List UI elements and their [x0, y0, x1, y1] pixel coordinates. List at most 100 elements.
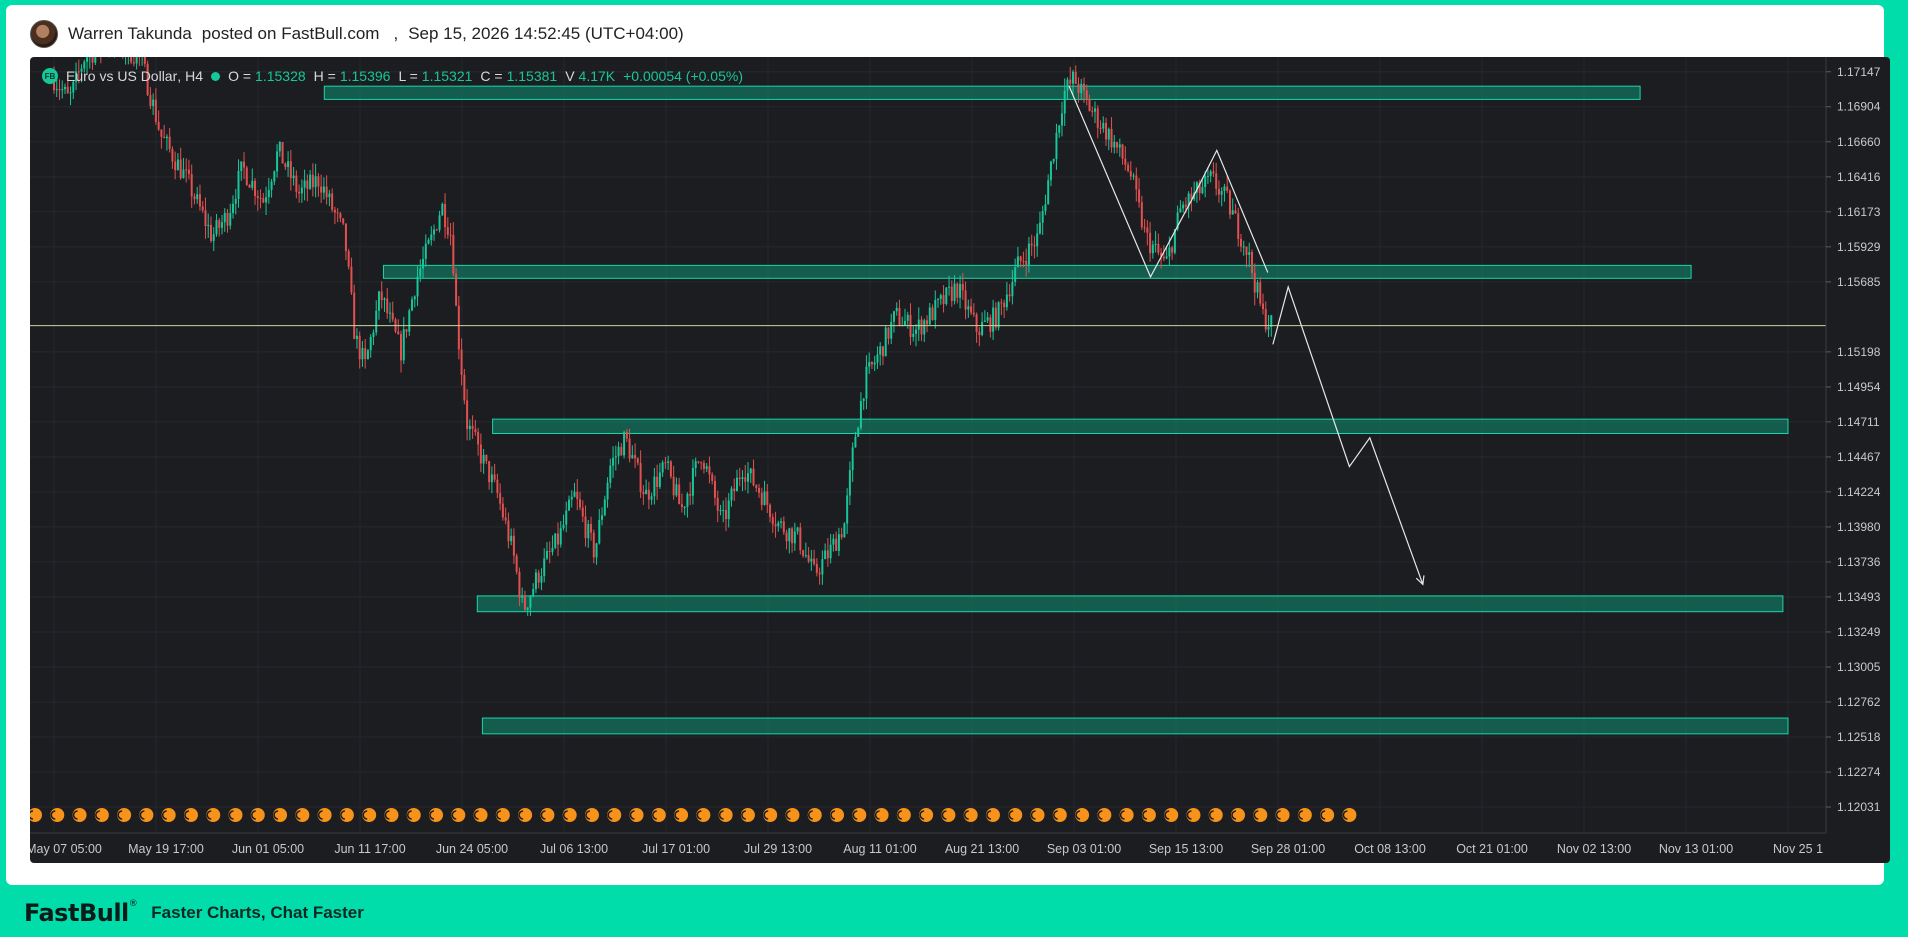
- candle-body: [906, 314, 909, 321]
- candle-body: [1063, 90, 1066, 114]
- high-value: 1.15396: [339, 68, 391, 84]
- candle-body: [590, 524, 593, 533]
- y-tick-label: 1.16173: [1837, 205, 1881, 219]
- candle-body: [1259, 282, 1262, 304]
- candle-body: [807, 555, 810, 562]
- candle-body: [678, 484, 681, 505]
- candle-body: [1113, 141, 1116, 148]
- candle-body: [240, 161, 243, 172]
- candle-body: [245, 167, 248, 185]
- candle-body: [942, 295, 945, 304]
- candle-body: [1171, 247, 1174, 253]
- candle-body: [243, 161, 246, 168]
- economic-event-icon: [1164, 808, 1179, 822]
- candle-body: [634, 455, 637, 459]
- candle-body: [994, 307, 997, 328]
- brand-registered-mark: ®: [128, 899, 138, 909]
- candle-body: [705, 466, 708, 469]
- candle-body: [477, 432, 480, 445]
- candle-body: [223, 212, 226, 223]
- candle-body: [680, 504, 683, 507]
- candle-body: [826, 550, 829, 559]
- candle-body: [496, 479, 499, 494]
- x-axis: May 07 05:00 May 19 17:00 Jun 01 05:00 Jun …: [30, 832, 1826, 856]
- candle-body: [1011, 281, 1014, 297]
- candle-body: [377, 291, 380, 311]
- candle-body: [1217, 188, 1220, 195]
- candle-body: [259, 198, 262, 200]
- economic-event-icon: [451, 808, 466, 822]
- candle-body: [700, 462, 703, 464]
- author-name[interactable]: Warren Takunda: [68, 24, 192, 44]
- candle-body: [625, 432, 628, 439]
- candle-body: [832, 538, 835, 545]
- candle-body: [884, 327, 887, 357]
- candle-body: [1146, 227, 1149, 233]
- economic-event-icon: [429, 808, 444, 822]
- candle-body: [1096, 108, 1099, 128]
- candle-body: [791, 528, 794, 544]
- candle-body: [433, 229, 436, 235]
- candle-body: [1250, 252, 1253, 273]
- candle-body: [372, 332, 375, 338]
- candle-body: [733, 488, 736, 492]
- candle-body: [1253, 272, 1256, 293]
- economic-event-icon: [30, 808, 42, 822]
- candle-body: [848, 470, 851, 496]
- candle-body: [66, 86, 69, 94]
- candle-body: [796, 527, 799, 532]
- footer: FastBull® Faster Charts, Chat Faster: [24, 898, 364, 928]
- candle-body: [521, 595, 524, 598]
- candle-body: [1052, 159, 1055, 162]
- candle-body: [267, 189, 270, 198]
- symbol-timeframe[interactable]: H4: [185, 68, 203, 84]
- candle-body: [931, 307, 934, 321]
- candle-body: [584, 516, 587, 539]
- candle-body: [488, 461, 491, 483]
- y-tick-label: 1.12031: [1837, 800, 1881, 814]
- economic-event-icon: [540, 808, 555, 822]
- candle-body: [903, 320, 906, 326]
- x-tick-label: Jun 24 05:00: [436, 842, 508, 856]
- candles-layer: [53, 57, 1273, 616]
- candle-body: [890, 321, 893, 339]
- price-chart-svg[interactable]: 1.1538102:07:13 1.171471.169041.166601.1…: [30, 57, 1890, 863]
- y-tick-label: 1.17147: [1837, 65, 1881, 79]
- candle-body: [612, 457, 615, 466]
- candle-body: [468, 425, 471, 430]
- candle-body: [656, 476, 659, 487]
- author-avatar[interactable]: [30, 20, 58, 48]
- candle-body: [300, 187, 303, 194]
- y-tick-label: 1.16904: [1837, 100, 1881, 114]
- candle-body: [504, 517, 507, 521]
- x-tick-label: Jul 17 01:00: [642, 842, 710, 856]
- candle-body: [741, 477, 744, 479]
- economic-event-icon: [1097, 808, 1112, 822]
- candle-body: [614, 456, 617, 458]
- economic-event-icon: [985, 808, 1000, 822]
- candle-body: [1069, 79, 1072, 84]
- candle-body: [185, 169, 188, 171]
- candle-body: [565, 510, 568, 525]
- candle-body: [642, 491, 645, 495]
- candle-body: [523, 595, 526, 610]
- x-tick-label: Nov 02 13:00: [1557, 842, 1631, 856]
- candle-body: [964, 290, 967, 310]
- candle-body: [923, 320, 926, 335]
- symbol-name[interactable]: Euro vs US Dollar: [66, 68, 177, 84]
- candle-body: [383, 298, 386, 300]
- chart-panel[interactable]: 1.1538102:07:13 1.171471.169041.166601.1…: [30, 57, 1890, 863]
- economic-event-icon: [250, 808, 265, 822]
- candle-body: [760, 492, 763, 505]
- y-tick-label: 1.13005: [1837, 660, 1881, 674]
- economic-event-icon: [562, 808, 577, 822]
- x-tick-label: Aug 21 13:00: [945, 842, 1019, 856]
- candle-body: [179, 159, 182, 179]
- post-header: Warren Takunda posted on FastBull.com , …: [30, 19, 684, 49]
- candle-body: [369, 337, 372, 351]
- brand-logo[interactable]: FastBull®: [24, 899, 138, 927]
- candle-body: [556, 533, 559, 545]
- candle-body: [573, 491, 576, 497]
- candle-body: [631, 455, 634, 459]
- candle-body: [193, 196, 196, 200]
